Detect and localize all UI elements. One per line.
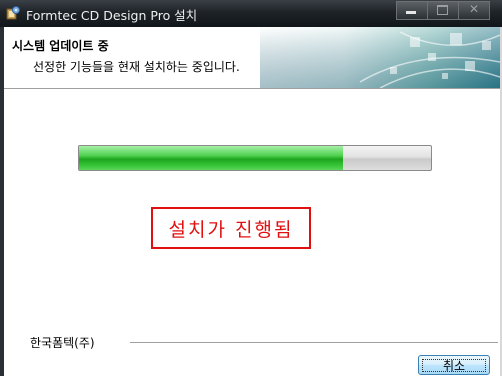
banner-subtext: 선정한 기능들을 현재 설치하는 중입니다. [33, 60, 240, 74]
installer-app-icon [6, 6, 20, 20]
status-label: 설치가 진행됨 [168, 218, 294, 241]
close-button[interactable] [459, 1, 490, 20]
window-controls [396, 1, 490, 20]
title-bar[interactable]: Formtec CD Design Pro 설치 [0, 0, 502, 27]
cancel-button[interactable]: 취소 [418, 355, 490, 375]
installer-banner: 시스템 업데이트 중 선정한 기능들을 현재 설치하는 중입니다. [4, 27, 500, 89]
progress-fill [79, 146, 343, 170]
brand-label: 한국폼텍(주) [30, 336, 95, 350]
maximize-button[interactable] [428, 1, 459, 20]
status-box: 설치가 진행됨 [151, 207, 311, 249]
banner-heading: 시스템 업데이트 중 [12, 39, 109, 53]
banner-decoration-graphic [260, 27, 500, 88]
installation-progress-bar [78, 145, 432, 171]
footer-divider [130, 342, 498, 344]
focus-rectangle [422, 359, 486, 372]
minimize-button[interactable] [396, 1, 428, 20]
window-title: Formtec CD Design Pro 설치 [26, 8, 198, 23]
